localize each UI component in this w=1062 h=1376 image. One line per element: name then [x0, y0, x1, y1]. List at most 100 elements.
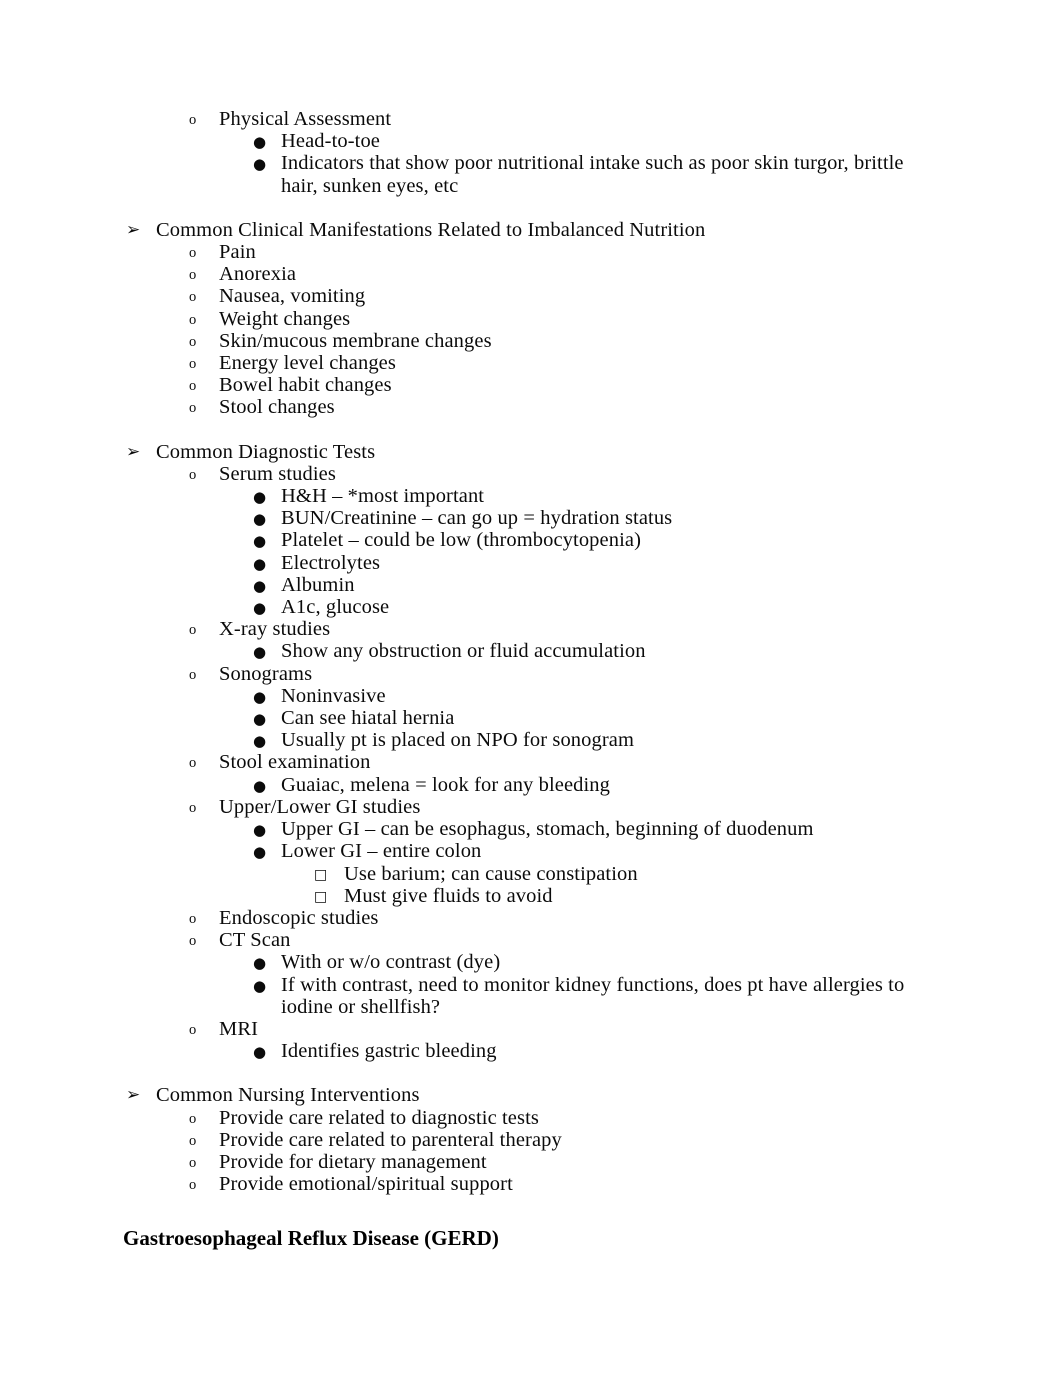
- outline-item: ● If with contrast, need to monitor kidne…: [0, 974, 1062, 1018]
- disc-bullet-icon: ●: [253, 687, 267, 706]
- outline-group-common-diagnostic-tests: ➢ Common Diagnostic Tests o Serum studies ● H…: [0, 441, 1062, 1063]
- outline-item: ● Platelet – could be low (thrombocytopen…: [0, 529, 1062, 551]
- outline-item: ● Identifies gastric bleeding: [0, 1040, 1062, 1062]
- outline-item-label: Upper GI – can be esophagus, stomach, be…: [281, 818, 814, 841]
- outline-item-label: Usually pt is placed on NPO for sonogram: [281, 729, 635, 752]
- outline-item-label: Serum studies: [219, 462, 336, 485]
- outline-item-label: Energy level changes: [219, 352, 396, 375]
- document-body: o Physical Assessment ● Head-to-toe ● Indicat…: [0, 108, 1062, 1251]
- outline-item: o Physical Assessment: [0, 108, 1062, 130]
- outline-item-label: Bowel habit changes: [219, 374, 392, 397]
- circle-outline-bullet-icon: o: [189, 933, 197, 950]
- disc-bullet-icon: ●: [253, 710, 267, 729]
- disc-bullet-icon: ●: [253, 776, 267, 795]
- outline-item: o CT Scan: [0, 929, 1062, 951]
- outline-item: o Stool examination: [0, 751, 1062, 773]
- outline-item-label: Provide care related to diagnostic tests: [219, 1106, 539, 1129]
- outline-item: o Provide for dietary management: [0, 1151, 1062, 1173]
- outline-item-label: Head-to-toe: [281, 130, 380, 153]
- outline-item: ● H&H – *most important: [0, 485, 1062, 507]
- circle-outline-bullet-icon: o: [189, 400, 197, 417]
- circle-outline-bullet-icon: o: [189, 378, 197, 395]
- outline-item-label: Endoscopic studies: [219, 906, 379, 929]
- circle-outline-bullet-icon: o: [189, 1132, 197, 1149]
- section-heading-gerd: Gastroesophageal Reflux Disease (GERD): [123, 1226, 499, 1251]
- outline-item-label: Lower GI – entire colon: [281, 840, 482, 863]
- circle-outline-bullet-icon: o: [189, 466, 197, 483]
- disc-bullet-icon: ●: [253, 1043, 267, 1062]
- square-outline-bullet-icon: □: [314, 866, 328, 883]
- circle-outline-bullet-icon: o: [189, 356, 197, 373]
- circle-outline-bullet-icon: o: [189, 245, 197, 262]
- outline-item: o Upper/Lower GI studies: [0, 796, 1062, 818]
- outline-item: ➢ Common Nursing Interventions: [0, 1084, 1062, 1106]
- arrow-bullet-icon: ➢: [126, 219, 141, 240]
- outline-item-label: Provide care related to parenteral thera…: [219, 1128, 562, 1151]
- circle-outline-bullet-icon: o: [189, 1177, 197, 1194]
- outline-item-label: H&H – *most important: [281, 485, 485, 508]
- circle-outline-bullet-icon: o: [189, 311, 197, 328]
- outline-item-label: Provide emotional/spiritual support: [219, 1173, 513, 1196]
- outline-item: o Stool changes: [0, 396, 1062, 418]
- outline-item: □ Must give fluids to avoid: [0, 885, 1062, 907]
- outline-group-physical-assessment: o Physical Assessment ● Head-to-toe ● Indicat…: [0, 108, 1062, 197]
- outline-item: o Pain: [0, 241, 1062, 263]
- disc-bullet-icon: ●: [253, 821, 267, 840]
- outline-item-label: Upper/Lower GI studies: [219, 795, 421, 818]
- circle-outline-bullet-icon: o: [189, 1021, 197, 1038]
- outline-item: o Sonograms: [0, 663, 1062, 685]
- outline-item-label: Anorexia: [219, 263, 297, 286]
- outline-item-label: Physical Assessment: [219, 108, 392, 130]
- circle-outline-bullet-icon: o: [189, 267, 197, 284]
- square-outline-bullet-icon: □: [314, 888, 328, 905]
- outline-item-label: Common Clinical Manifestations Related t…: [156, 218, 706, 241]
- disc-bullet-icon: ●: [253, 954, 267, 973]
- disc-bullet-icon: ●: [253, 488, 267, 507]
- circle-outline-bullet-icon: o: [189, 1110, 197, 1127]
- outline-item: ● Lower GI – entire colon: [0, 840, 1062, 862]
- arrow-bullet-icon: ➢: [126, 1085, 141, 1106]
- outline-item-label: Provide for dietary management: [219, 1150, 487, 1173]
- outline-item-label: MRI: [219, 1017, 259, 1040]
- outline-item: ➢ Common Clinical Manifestations Related …: [0, 219, 1062, 241]
- circle-outline-bullet-icon: o: [189, 666, 197, 683]
- outline-group-common-clinical-manifestations: ➢ Common Clinical Manifestations Related …: [0, 219, 1062, 419]
- outline-item-label: Platelet – could be low (thrombocytopeni…: [281, 529, 642, 552]
- outline-item-label: Indicators that show poor nutritional in…: [281, 152, 904, 197]
- outline-item-label: Can see hiatal hernia: [281, 707, 455, 730]
- circle-outline-bullet-icon: o: [189, 755, 197, 772]
- outline-item: o Serum studies: [0, 463, 1062, 485]
- outline-item-label: Must give fluids to avoid: [344, 884, 553, 907]
- circle-outline-bullet-icon: o: [189, 333, 197, 350]
- outline-item-label: Pain: [219, 241, 256, 264]
- circle-outline-bullet-icon: o: [189, 622, 197, 639]
- circle-outline-bullet-icon: o: [189, 289, 197, 306]
- disc-bullet-icon: ●: [253, 599, 267, 618]
- outline-item: o X-ray studies: [0, 618, 1062, 640]
- arrow-bullet-icon: ➢: [126, 441, 141, 462]
- outline-item: o Weight changes: [0, 308, 1062, 330]
- outline-item-label: Electrolytes: [281, 551, 381, 574]
- outline-item: o Skin/mucous membrane changes: [0, 330, 1062, 352]
- outline-item-label: Nausea, vomiting: [219, 285, 366, 308]
- outline-item: ➢ Common Diagnostic Tests: [0, 441, 1062, 463]
- outline-item-label: With or w/o contrast (dye): [281, 951, 501, 974]
- outline-item: ● BUN/Creatinine – can go up = hydration …: [0, 507, 1062, 529]
- outline-item-label: X-ray studies: [219, 618, 331, 641]
- outline-item: o Nausea, vomiting: [0, 285, 1062, 307]
- outline-item: ● Guaiac, melena = look for any bleeding: [0, 774, 1062, 796]
- outline-item-label: Stool examination: [219, 751, 371, 774]
- outline-item: o Provide care related to diagnostic test…: [0, 1107, 1062, 1129]
- outline-item-label: A1c, glucose: [281, 596, 390, 619]
- outline-item: o Provide care related to parenteral ther…: [0, 1129, 1062, 1151]
- circle-outline-bullet-icon: o: [189, 799, 197, 816]
- disc-bullet-icon: ●: [253, 843, 267, 862]
- outline-item: ● Show any obstruction or fluid accumulat…: [0, 640, 1062, 662]
- circle-outline-bullet-icon: o: [189, 1154, 197, 1171]
- outline-item-label: Common Diagnostic Tests: [156, 440, 376, 463]
- outline-item: ● Usually pt is placed on NPO for sonogra…: [0, 729, 1062, 751]
- outline-item-label: Common Nursing Interventions: [156, 1084, 420, 1107]
- outline-item: ● A1c, glucose: [0, 596, 1062, 618]
- outline-item: ● Electrolytes: [0, 552, 1062, 574]
- circle-outline-bullet-icon: o: [189, 112, 197, 128]
